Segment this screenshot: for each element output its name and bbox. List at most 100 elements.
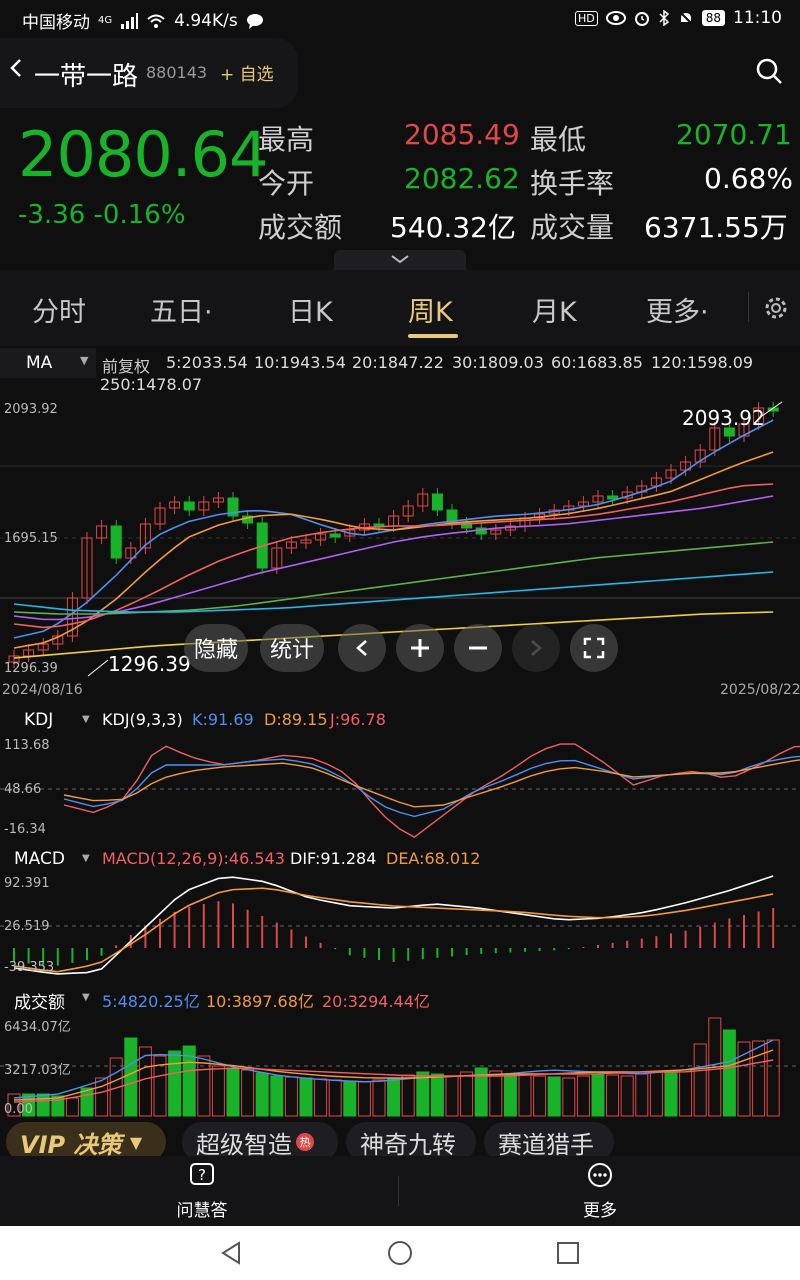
vol-y-low: 0.00 [4, 1102, 33, 1117]
ma60-value: 60:1683.85 [551, 353, 643, 372]
bluetooth-icon [659, 10, 669, 26]
volume-value: 6371.55万 [644, 211, 788, 244]
ma20-value: 20:1847.22 [352, 353, 444, 372]
clock: 11:10 [733, 8, 782, 28]
volume-bar [343, 1080, 357, 1117]
tab-daily-k[interactable]: 日K [288, 290, 333, 329]
triangle-down-icon: ▼ [80, 354, 89, 367]
volume-bar [226, 1067, 240, 1117]
volume-chart[interactable] [0, 1010, 800, 1118]
stats-button[interactable]: 统计 [260, 624, 324, 672]
macd-y-low: -39.353 [4, 960, 55, 975]
change-value: -3.36 [18, 200, 86, 230]
kdj-k-line [63, 755, 800, 818]
hide-button[interactable]: 隐藏 [184, 624, 248, 672]
volume-bar [547, 1076, 561, 1117]
volume-bar [255, 1072, 269, 1117]
tab-monthly-k[interactable]: 月K [532, 290, 577, 329]
fullscreen-icon [583, 637, 605, 659]
expand-handle[interactable] [334, 250, 466, 270]
candle-body [183, 501, 195, 511]
indicator-label: MA [26, 353, 53, 373]
volume-bar [752, 1040, 766, 1117]
volume-bar [679, 1069, 693, 1117]
volume-bar [284, 1076, 298, 1117]
volume-bar [489, 1070, 503, 1117]
triangle-down-icon: ▼ [82, 853, 90, 864]
zoom-in-button[interactable] [396, 624, 444, 672]
adjust-label: 前复权 [102, 357, 151, 376]
last-price: 2080.64 [18, 118, 268, 191]
signal-icon [121, 12, 139, 29]
kdj-k: K:91.69 [192, 710, 254, 729]
candle-body [329, 533, 341, 538]
scroll-left-button[interactable] [338, 624, 386, 672]
volume-bar [36, 1093, 50, 1117]
kdj-label[interactable]: KDJ [24, 710, 53, 730]
zoom-out-button[interactable] [454, 624, 502, 672]
volume-bar [168, 1050, 182, 1117]
end-date: 2025/08/22 [720, 682, 800, 698]
back-chevron-icon[interactable] [8, 56, 24, 87]
volume-bar [591, 1073, 605, 1117]
ma30-value: 30:1809.03 [452, 353, 544, 372]
ma10-line [13, 451, 774, 649]
volume-bar [693, 1043, 707, 1117]
add-watchlist-button[interactable]: + 自选 [220, 60, 274, 85]
tab-intraday[interactable]: 分时 [32, 290, 86, 329]
chevron-down-icon [391, 255, 409, 264]
tab-five-day[interactable]: 五日· [150, 290, 213, 329]
volume-bar [620, 1075, 634, 1117]
nav-home-icon[interactable] [387, 1240, 413, 1266]
kdj-chart[interactable] [0, 735, 800, 840]
change-percent: -0.16% [93, 200, 186, 230]
volume-bar [533, 1075, 547, 1117]
macd-y-mid: 26.519 [4, 919, 50, 934]
volume-bar [401, 1074, 415, 1117]
nav-recents-icon[interactable] [556, 1241, 580, 1265]
macd-label[interactable]: MACD [14, 849, 65, 869]
indicator-select[interactable]: MA ▼ [0, 348, 96, 378]
tab-weekly-k[interactable]: 周K [408, 290, 453, 329]
price-change: -3.36 -0.16% [18, 200, 186, 230]
volume-bar [430, 1073, 444, 1117]
gear-icon[interactable] [762, 294, 790, 322]
low-value: 2070.71 [676, 118, 792, 151]
tab-more[interactable]: 更多· [646, 290, 709, 329]
vip-label: VIP 决策 [20, 1130, 122, 1159]
nav-back-icon[interactable] [220, 1241, 242, 1265]
message-icon [246, 13, 263, 29]
high-marker: 2093.92 [682, 406, 765, 430]
scroll-right-button[interactable] [512, 624, 560, 672]
volume-bar [314, 1078, 328, 1117]
low-label: 最低 [530, 123, 587, 156]
volume-bar [649, 1071, 663, 1117]
macd-chart[interactable] [0, 872, 800, 978]
more-label: 更多 [583, 1201, 617, 1221]
mute-icon [678, 10, 694, 26]
candle-body [607, 495, 619, 500]
ask-button[interactable]: ? 问慧答 [172, 1162, 232, 1221]
macd-dea: DEA:68.012 [386, 849, 481, 868]
ask-label: 问慧答 [176, 1201, 228, 1221]
volume-bar [518, 1074, 532, 1117]
fullscreen-button[interactable] [570, 624, 618, 672]
volume-bar [270, 1075, 284, 1117]
kdj-j-line [63, 743, 800, 838]
ma20-line [13, 483, 774, 629]
ma5-value: 5:2033.54 [166, 353, 248, 372]
volume-bar [357, 1081, 371, 1117]
volume-bar [372, 1079, 386, 1117]
start-date: 2024/08/16 [2, 682, 83, 698]
search-icon[interactable] [756, 58, 784, 86]
volume-bar [65, 1097, 79, 1117]
volume-bar [95, 1077, 109, 1117]
more-button[interactable]: 更多 [572, 1162, 628, 1221]
y-axis-low: 1296.39 [4, 661, 58, 676]
turnover-value: 0.68% [704, 162, 793, 195]
volume-bar [606, 1074, 620, 1117]
plus-icon [411, 639, 429, 657]
y-axis-mid: 1695.15 [4, 531, 58, 546]
tab-divider [748, 292, 749, 322]
volume-bar [562, 1077, 576, 1117]
